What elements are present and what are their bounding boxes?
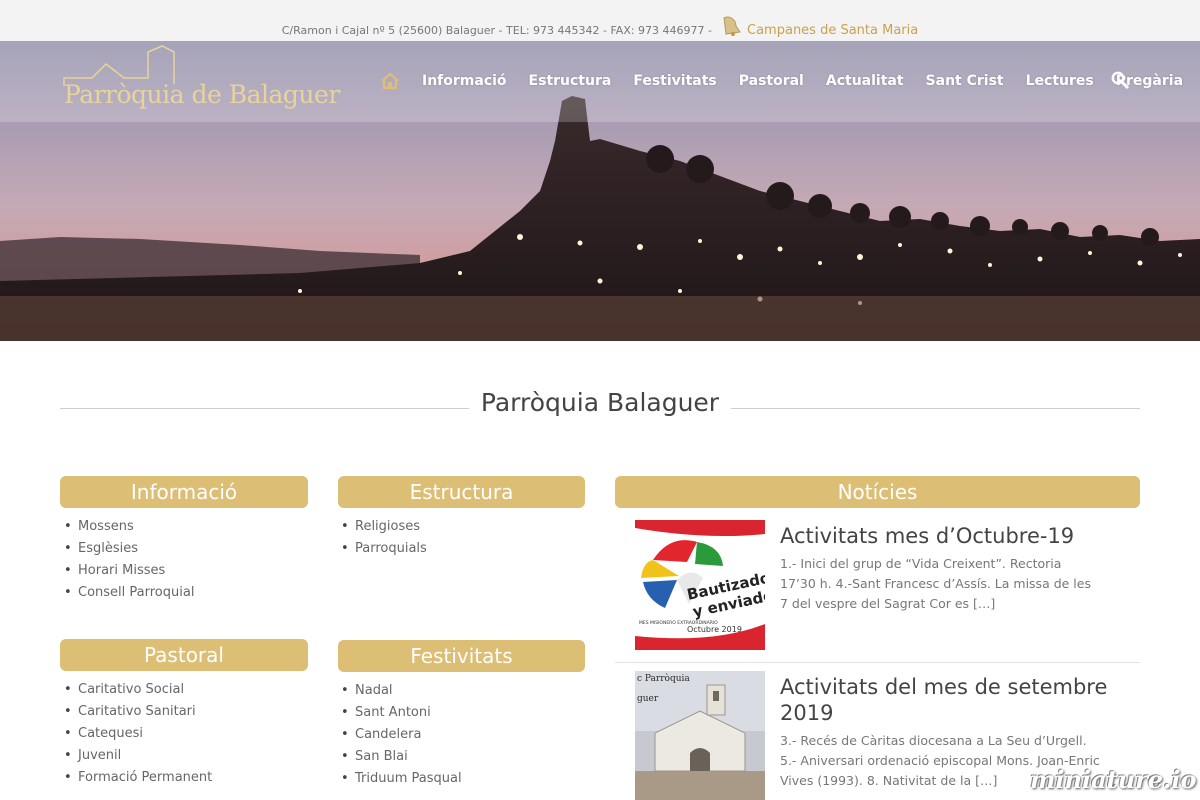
home-icon[interactable]	[380, 72, 400, 90]
nav-item-informacio[interactable]: Informació	[422, 73, 507, 90]
list-item-formacio-permanent[interactable]: Formació Permanent	[60, 767, 308, 789]
watermark: miniature.io	[1030, 765, 1197, 794]
thumb-text-line4: Octubre 2019	[687, 625, 742, 634]
bell-icon	[722, 16, 741, 36]
list-item-caritativo-social[interactable]: Caritativo Social	[60, 679, 308, 701]
news-excerpt: 1.- Inici del grup de “Vida Creixent”. R…	[780, 556, 1091, 611]
list-item-mossens[interactable]: Mossens	[60, 516, 308, 538]
bells-link[interactable]: Campanes de Santa Maria	[747, 23, 918, 38]
news-title[interactable]: Activitats del mes de setembre 2019	[780, 674, 1120, 726]
nav-item-actualitat[interactable]: Actualitat	[826, 73, 904, 90]
news-item: Bautizados y enviados MES MISIONERO EXTR…	[615, 520, 1140, 663]
box-header-estructura: Estructura	[338, 476, 585, 508]
list-pastoral: Caritativo Social Caritativo Sanitari Ca…	[60, 679, 308, 789]
news-thumbnail-image: c Parròquia guer	[635, 671, 765, 800]
box-header-festivitats: Festivitats	[338, 640, 585, 672]
thumb2-text-line2: guer	[637, 694, 659, 704]
news-title[interactable]: Activitats mes d’Octubre-19	[780, 523, 1120, 549]
thumb2-text-line1: c Parròquia	[637, 673, 690, 684]
list-item-consell-parroquial[interactable]: Consell Parroquial	[60, 582, 308, 604]
list-item-catequesi[interactable]: Catequesi	[60, 723, 308, 745]
list-item-religioses[interactable]: Religioses	[337, 516, 584, 538]
news-thumbnail-image: Bautizados y enviados MES MISIONERO EXTR…	[635, 520, 765, 650]
box-header-noticies: Notícies	[615, 476, 1140, 508]
nav-item-estructura[interactable]: Estructura	[529, 73, 612, 90]
search-icon[interactable]	[1111, 71, 1129, 89]
list-item-juvenil[interactable]: Juvenil	[60, 745, 308, 767]
list-item-candelera[interactable]: Candelera	[337, 724, 584, 746]
box-header-pastoral: Pastoral	[60, 639, 308, 671]
list-festivitats: Nadal Sant Antoni Candelera San Blai Tri…	[337, 680, 584, 790]
title-divider-left	[60, 408, 472, 409]
list-item-sant-antoni[interactable]: Sant Antoni	[337, 702, 584, 724]
page-title: Parròquia Balaguer	[468, 388, 732, 417]
nav-item-lectures[interactable]: Lectures	[1026, 73, 1094, 90]
list-informacio: Mossens Esglèsies Horari Misses Consell …	[60, 516, 308, 604]
box-header-informacio: Informació	[60, 476, 308, 508]
list-item-triduum-pasqual[interactable]: Triduum Pasqual	[337, 768, 584, 790]
list-item-caritativo-sanitari[interactable]: Caritativo Sanitari	[60, 701, 308, 723]
list-item-parroquials[interactable]: Parroquials	[337, 538, 584, 560]
main-nav: Informació Estructura Festivitats Pastor…	[380, 72, 1200, 90]
list-item-horari-misses[interactable]: Horari Misses	[60, 560, 308, 582]
news-thumbnail[interactable]: Bautizados y enviados MES MISIONERO EXTR…	[635, 520, 765, 650]
section-title: Parròquia Balaguer	[60, 388, 1140, 420]
contact-info: C/Ramon i Cajal nº 5 (25600) Balaguer - …	[0, 16, 1200, 38]
top-info-bar: C/Ramon i Cajal nº 5 (25600) Balaguer - …	[0, 0, 1200, 41]
site-logo-text[interactable]: Parròquia de Balaguer	[64, 80, 340, 109]
list-estructura: Religioses Parroquials	[337, 516, 584, 560]
news-divider	[615, 662, 1140, 663]
title-divider-right	[726, 408, 1140, 409]
nav-item-sant-crist[interactable]: Sant Crist	[926, 73, 1004, 90]
list-item-esglesies[interactable]: Esglèsies	[60, 538, 308, 560]
list-item-san-blai[interactable]: San Blai	[337, 746, 584, 768]
news-thumbnail[interactable]: c Parròquia guer	[635, 671, 765, 800]
nav-item-pastoral[interactable]: Pastoral	[739, 73, 804, 90]
list-item-nadal[interactable]: Nadal	[337, 680, 584, 702]
nav-item-festivitats[interactable]: Festivitats	[633, 73, 716, 90]
address-text: C/Ramon i Cajal nº 5 (25600) Balaguer - …	[281, 24, 713, 37]
